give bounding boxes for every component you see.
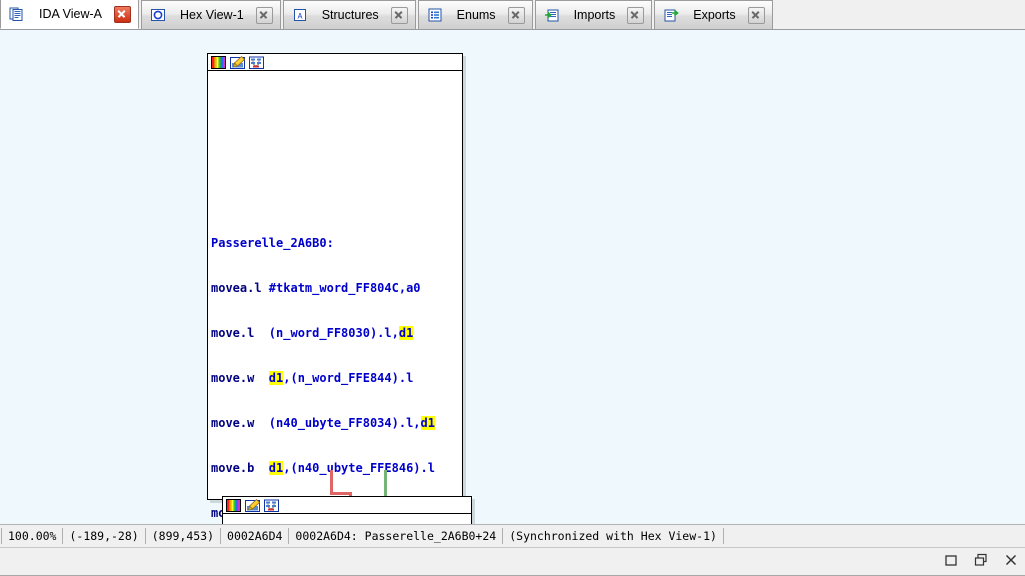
status-address-label: 0002A6D4: Passerelle_2A6B0+24 [289, 527, 504, 544]
tab-label: Structures [321, 8, 379, 22]
restore-window-icon[interactable] [943, 552, 959, 568]
tab-structures[interactable]: A Structures [282, 0, 416, 29]
view-tab-bar: IDA View-A Hex View-1 A Structures Enums… [0, 0, 1025, 30]
tab-enums[interactable]: Enums [417, 0, 533, 29]
tab-label: Hex View-1 [180, 8, 244, 22]
node-body [223, 514, 471, 524]
tab-exports[interactable]: Exports [654, 0, 773, 29]
svg-text:A: A [297, 13, 302, 22]
tab-label: Imports [573, 8, 616, 22]
graph-node-below[interactable] [222, 496, 472, 524]
tile-windows-icon[interactable] [973, 552, 989, 568]
window-controls [943, 550, 1019, 570]
close-icon[interactable] [255, 6, 273, 24]
status-sync-note: (Synchronized with Hex View-1) [503, 527, 724, 544]
status-file-offset: 0002A6D4 [221, 527, 290, 544]
code-line: move.w d1,(n_word_FFE844).l [211, 371, 414, 385]
graph-canvas[interactable]: Passerelle_2A6B0: movea.l #tkatm_word_FF… [0, 30, 1025, 524]
status-graph-coords: (899,453) [146, 527, 222, 544]
enums-icon [427, 7, 443, 23]
tab-hex-view-1[interactable]: Hex View-1 [141, 0, 281, 29]
tab-ida-view-a[interactable]: IDA View-A [0, 0, 139, 29]
ida-pro-window: IDA View-A Hex View-1 A Structures Enums… [0, 0, 1025, 576]
bottom-dock-bar [0, 547, 1025, 576]
edit-pencil-icon[interactable] [244, 498, 261, 513]
node-header [208, 54, 462, 71]
structures-icon: A [292, 7, 308, 23]
code-line: move.w (n40_ubyte_FF8034).l,d1 [211, 416, 435, 430]
close-icon[interactable] [627, 6, 645, 24]
color-palette-icon[interactable] [225, 498, 242, 513]
edit-pencil-icon[interactable] [229, 55, 246, 70]
disassembly-listing[interactable]: Passerelle_2A6B0: movea.l #tkatm_word_FF… [208, 71, 462, 524]
code-line: move.b d1,(n40_ubyte_FFE846).l [211, 461, 435, 475]
status-bar: 100.00% (-189,-28) (899,453) 0002A6D4 00… [0, 524, 1025, 546]
tab-imports[interactable]: Imports [534, 0, 653, 29]
close-window-icon[interactable] [1003, 552, 1019, 568]
status-cursor-coords: (-189,-28) [63, 527, 146, 544]
close-icon[interactable] [747, 6, 765, 24]
code-line-label: Passerelle_2A6B0: [211, 236, 334, 250]
status-zoom: 100.00% [1, 527, 64, 544]
close-icon[interactable] [507, 6, 525, 24]
graph-overview-icon[interactable] [263, 498, 280, 513]
close-icon[interactable] [390, 6, 408, 24]
imports-icon [544, 7, 560, 23]
tab-label: IDA View-A [39, 7, 102, 21]
graph-node-passerelle-2a6b0[interactable]: Passerelle_2A6B0: movea.l #tkatm_word_FF… [207, 53, 463, 520]
hex-view-icon [150, 7, 166, 23]
node-body: Passerelle_2A6B0: movea.l #tkatm_word_FF… [208, 71, 462, 524]
graph-edge-false [330, 470, 333, 494]
ida-view-icon [9, 6, 25, 22]
color-palette-icon[interactable] [210, 55, 227, 70]
code-line: move.l (n_word_FF8030).l,d1 [211, 326, 414, 340]
exports-icon [663, 7, 679, 23]
disassembly-listing[interactable] [223, 514, 471, 524]
close-icon[interactable] [114, 5, 131, 23]
code-line: movea.l #tkatm_word_FF804C,a0 [211, 281, 421, 295]
node-header [223, 497, 471, 514]
tab-label: Exports [693, 8, 736, 22]
graph-overview-icon[interactable] [248, 55, 265, 70]
tab-label: Enums [456, 8, 496, 22]
